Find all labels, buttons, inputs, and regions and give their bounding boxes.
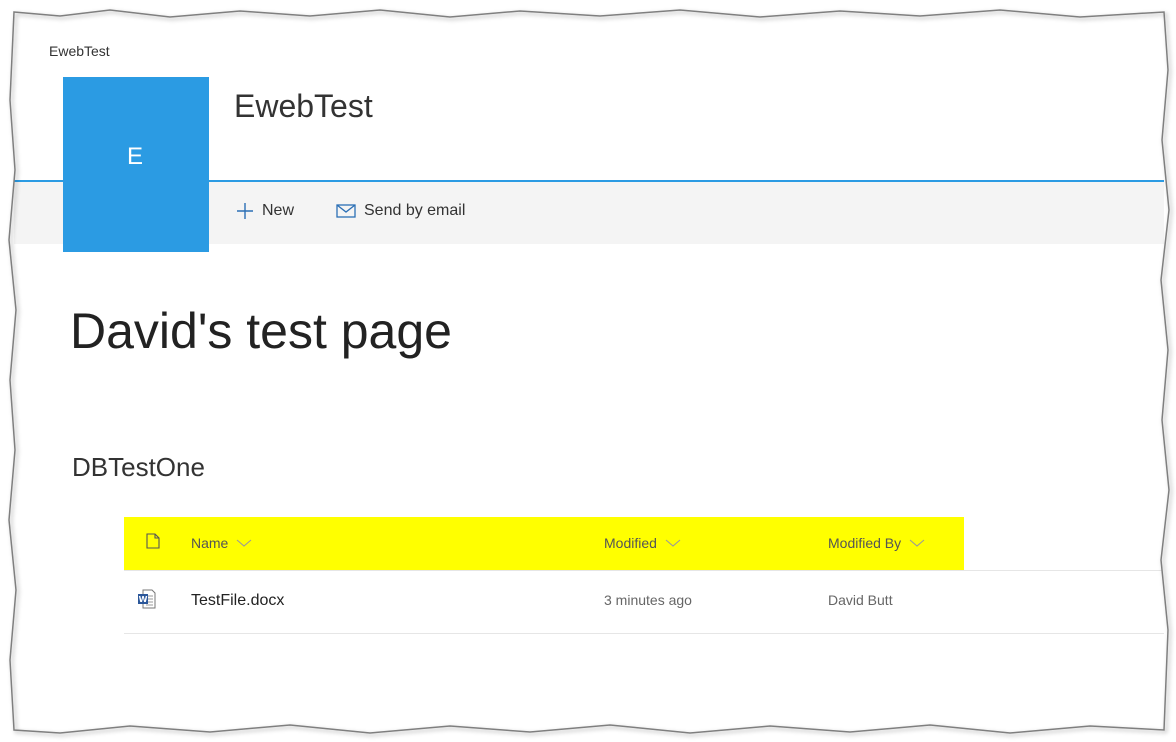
column-header-name-label: Name [191, 535, 229, 551]
chevron-down-icon [665, 539, 681, 547]
column-header-modified[interactable]: Modified [604, 535, 681, 551]
new-button[interactable]: New [236, 202, 294, 220]
new-button-label: New [262, 202, 295, 219]
modified-by-cell[interactable]: David Butt [828, 592, 893, 608]
send-by-email-label: Send by email [364, 202, 466, 219]
column-header-modified-label: Modified [604, 535, 657, 551]
chevron-down-icon [237, 539, 252, 547]
svg-text:W: W [139, 595, 148, 604]
site-logo[interactable]: E [63, 77, 209, 252]
document-icon [146, 533, 160, 549]
file-name-link[interactable]: TestFile.docx [191, 592, 284, 610]
send-by-email-button[interactable]: Send by email [336, 202, 465, 220]
column-header-modified-by[interactable]: Modified By [828, 535, 925, 551]
column-header-name[interactable]: Name [191, 535, 252, 551]
plus-icon [237, 203, 253, 219]
file-type-column-header[interactable] [138, 533, 160, 549]
chevron-down-icon [909, 539, 925, 547]
breadcrumb[interactable]: EwebTest [49, 43, 110, 59]
site-logo-letter: E [127, 143, 144, 170]
column-header-modified-by-label: Modified By [828, 535, 902, 551]
sharepoint-page: EwebTest E EwebTest New Send by email Da… [14, 12, 1164, 730]
library-title[interactable]: DBTestOne [72, 452, 205, 483]
modified-cell: 3 minutes ago [604, 592, 692, 608]
site-title[interactable]: EwebTest [234, 88, 373, 125]
word-doc-icon: W [138, 589, 156, 614]
page-title: David's test page [70, 303, 452, 359]
mail-icon [336, 204, 356, 218]
